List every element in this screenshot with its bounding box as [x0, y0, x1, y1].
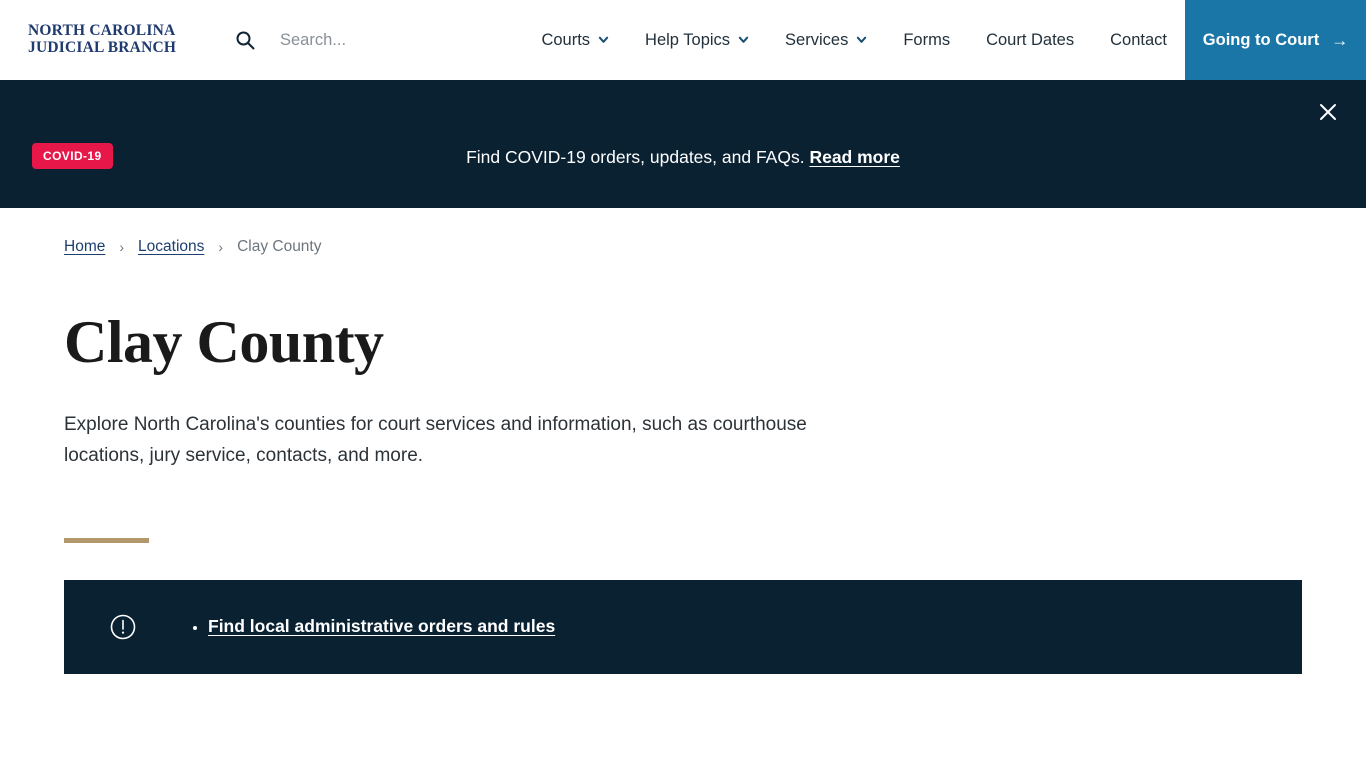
nav-item-contact[interactable]: Contact [1092, 0, 1185, 80]
alert-box: Find local administrative orders and rul… [64, 579, 1302, 674]
nav-item-courts[interactable]: Courts [523, 0, 627, 80]
nav-label-contact: Contact [1110, 30, 1167, 49]
site-header: NORTH CAROLINA JUDICIAL BRANCH Courts He… [0, 0, 1366, 80]
covid-banner-message: Find COVID-19 orders, updates, and FAQs. [466, 147, 805, 167]
alert-content: Find local administrative orders and rul… [190, 614, 555, 639]
breadcrumb-item-locations[interactable]: Locations [138, 238, 204, 256]
list-item: Find local administrative orders and rul… [208, 614, 555, 639]
nav-item-forms[interactable]: Forms [885, 0, 968, 80]
chevron-down-icon [856, 34, 867, 45]
main-navigation: Courts Help Topics Services Forms Court … [523, 0, 1185, 80]
close-icon[interactable] [1310, 94, 1346, 130]
nav-item-services[interactable]: Services [767, 0, 885, 80]
site-logo[interactable]: NORTH CAROLINA JUDICIAL BRANCH [28, 23, 198, 56]
search-icon[interactable] [234, 29, 256, 51]
breadcrumb-separator: › [119, 239, 125, 255]
exclamation-circle-icon [108, 612, 138, 642]
nav-label-forms: Forms [903, 30, 951, 49]
covid-banner-text: Find COVID-19 orders, updates, and FAQs.… [0, 147, 1366, 168]
breadcrumb-item-current: Clay County [237, 238, 322, 255]
logo-line-1: NORTH CAROLINA [28, 22, 176, 40]
breadcrumb-item-home[interactable]: Home [64, 238, 105, 256]
going-to-court-label: Going to Court [1202, 30, 1320, 49]
search-area [234, 20, 510, 60]
logo-line-2: JUDICIAL BRANCH [28, 39, 177, 56]
page-description: Explore North Carolina's counties for co… [64, 414, 807, 466]
chevron-down-icon [738, 34, 749, 45]
search-input[interactable] [280, 24, 510, 56]
arrow-right-icon: → [1331, 30, 1349, 50]
nav-label-services: Services [785, 30, 849, 49]
breadcrumb-separator: › [218, 239, 224, 255]
nav-label-courts: Courts [541, 30, 591, 49]
page-title: Clay County [64, 309, 384, 375]
nav-label-help-topics: Help Topics [645, 30, 731, 49]
main-content: Home › Locations › Clay County Clay Coun… [0, 208, 1366, 674]
covid-banner: COVID-19 Find COVID-19 orders, updates, … [0, 80, 1366, 208]
covid-read-more-link[interactable]: Read more [809, 147, 899, 167]
section-divider [64, 537, 149, 543]
nav-label-court-dates: Court Dates [986, 30, 1075, 49]
breadcrumb: Home › Locations › Clay County [64, 208, 1302, 256]
nav-item-help-topics[interactable]: Help Topics [627, 0, 767, 80]
going-to-court-button[interactable]: Going to Court → [1185, 0, 1366, 80]
chevron-down-icon [598, 34, 609, 45]
alert-link-local-orders[interactable]: Find local administrative orders and rul… [208, 616, 555, 636]
alert-list: Find local administrative orders and rul… [190, 614, 555, 639]
nav-item-court-dates[interactable]: Court Dates [968, 0, 1092, 80]
